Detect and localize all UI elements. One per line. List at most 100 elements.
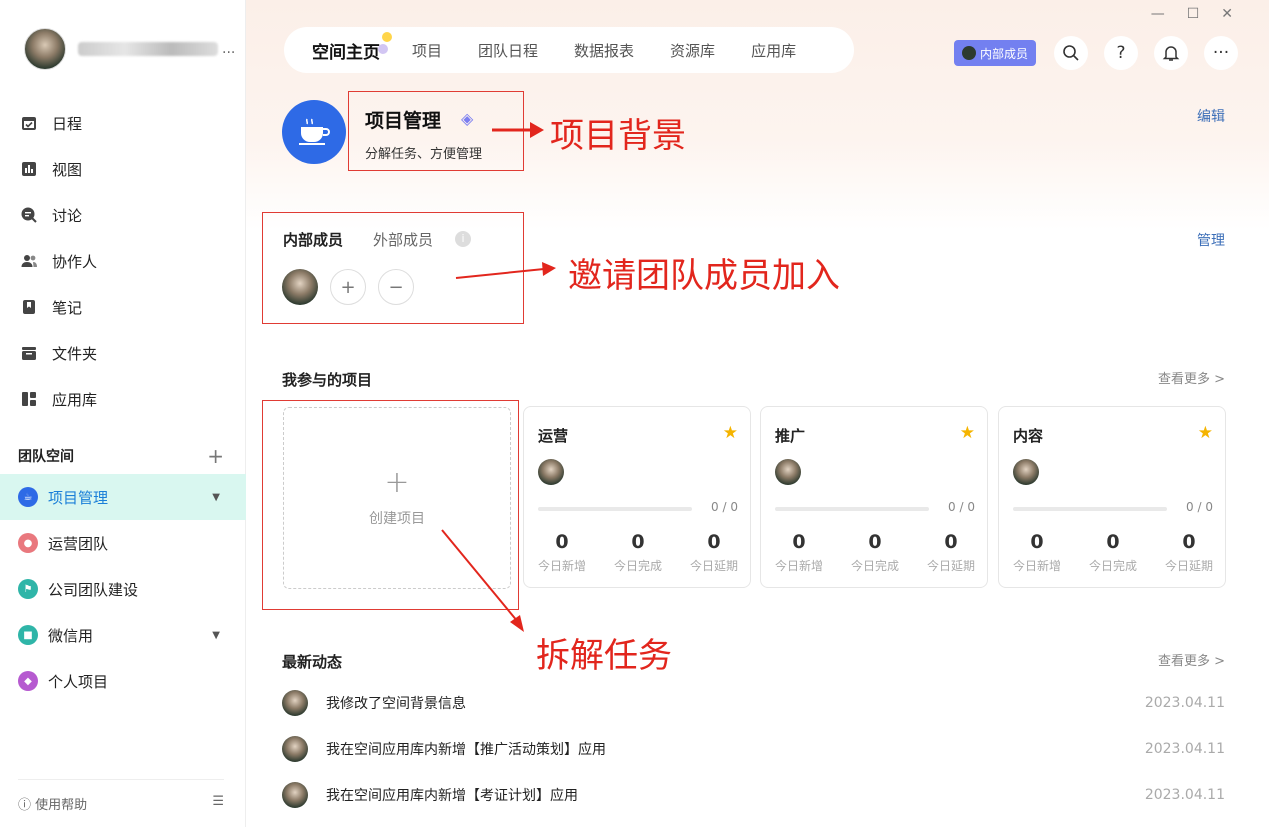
progress-bar xyxy=(538,507,692,511)
sidebar-item-discussion[interactable]: 讨论 xyxy=(0,192,246,238)
star-icon[interactable]: ★ xyxy=(960,423,975,443)
sidebar-item-label: 协作人 xyxy=(52,252,98,271)
chevron-down-icon[interactable]: ▼ xyxy=(212,630,220,641)
team-item-label: 运营团队 xyxy=(48,534,109,553)
search-button[interactable] xyxy=(1054,36,1089,70)
bell-icon xyxy=(1162,46,1180,61)
remove-member-button[interactable]: − xyxy=(378,269,414,305)
team-item-label: 微信用 xyxy=(48,626,94,645)
view-more-activity-link[interactable]: 查看更多 > xyxy=(1158,650,1225,669)
progress-bar xyxy=(1013,507,1167,511)
project-card-name: 内容 xyxy=(1013,427,1044,445)
annotation-arrow xyxy=(441,529,524,632)
help-button[interactable]: ? xyxy=(1104,36,1139,70)
sidebar-item-view[interactable]: 视图 xyxy=(0,146,246,192)
badge-label: 内部成员 xyxy=(980,46,1029,61)
activity-item[interactable]: 我修改了空间背景信息 2023.04.11 xyxy=(282,680,1225,726)
sidebar-item-label: 应用库 xyxy=(52,390,98,409)
diamond-icon: ◈ xyxy=(461,109,474,128)
add-team-icon[interactable]: + xyxy=(207,444,224,468)
avatar xyxy=(282,782,308,808)
activity-text: 我在空间应用库内新增【推广活动策划】应用 xyxy=(326,742,606,758)
chart-icon xyxy=(20,160,38,178)
user-avatar[interactable] xyxy=(24,28,66,70)
activity-item[interactable]: 我在空间应用库内新增【考证计划】应用 2023.04.11 xyxy=(282,772,1225,818)
annotation-arrow xyxy=(492,122,544,138)
minimize-icon[interactable]: — xyxy=(1151,6,1165,22)
project-title: 项目管理 xyxy=(365,110,442,132)
menu-icon[interactable]: ☰ xyxy=(212,794,224,813)
annotation-arrow xyxy=(455,262,556,279)
maximize-icon[interactable]: ☐ xyxy=(1187,6,1200,22)
progress-fraction: 0 / 0 xyxy=(948,500,975,514)
activity-item[interactable]: 我在空间应用库内新增【推广活动策划】应用 2023.04.11 xyxy=(282,726,1225,772)
project-stats: 0 今日新增 0 今日完成 0 今日延期 xyxy=(999,531,1227,574)
sidebar-item-collaborators[interactable]: 协作人 xyxy=(0,238,246,284)
tab-external-members[interactable]: 外部成员 xyxy=(373,229,433,250)
annotation-project-background: 项目背景 xyxy=(550,116,686,156)
tab-label: 空间主页 xyxy=(312,42,380,63)
star-icon[interactable]: ★ xyxy=(723,423,738,443)
sidebar-item-label: 文件夹 xyxy=(52,344,98,363)
tab-app-library[interactable]: 应用库 xyxy=(751,40,796,61)
member-avatar[interactable] xyxy=(282,269,318,305)
internal-member-badge[interactable]: 内部成员 xyxy=(954,40,1037,66)
annotation-split-tasks: 拆解任务 xyxy=(536,636,672,676)
help-icon: ⓘ xyxy=(18,798,32,813)
tab-resources[interactable]: 资源库 xyxy=(670,40,715,61)
project-card[interactable]: 运营 ★ 0 / 0 0 今日新增 0 今日完成 0 今日延期 xyxy=(523,406,751,588)
stat-new-label: 今日新增 xyxy=(537,559,586,573)
sidebar-item-schedule[interactable]: 日程 xyxy=(0,100,246,146)
activity-date: 2023.04.11 xyxy=(1144,787,1225,803)
briefcase-icon: ■ xyxy=(18,625,38,645)
tag-icon: ◆ xyxy=(18,671,38,691)
team-space-title: 团队空间 xyxy=(18,449,74,465)
more-icon: ··· xyxy=(1212,43,1230,63)
sidebar-item-app-library[interactable]: 应用库 xyxy=(0,376,246,422)
add-member-button[interactable]: + xyxy=(330,269,366,305)
tab-space-home[interactable]: 空间主页 xyxy=(312,31,392,63)
chevron-down-icon[interactable]: ▼ xyxy=(212,492,220,503)
team-item-operations[interactable]: ● 运营团队 xyxy=(0,520,246,566)
star-icon[interactable]: ★ xyxy=(1198,423,1213,443)
project-subtitle: 分解任务、方便管理 xyxy=(365,147,483,162)
view-more-projects-link[interactable]: 查看更多 > xyxy=(1158,368,1225,387)
stat-done-label: 今日完成 xyxy=(850,559,899,573)
notification-button[interactable] xyxy=(1154,36,1189,70)
stat-delayed-count: 0 xyxy=(707,531,721,553)
close-icon[interactable]: ✕ xyxy=(1221,6,1233,22)
sidebar-item-label: 笔记 xyxy=(52,298,83,317)
user-name-blurred xyxy=(78,42,218,56)
sidebar-item-folder[interactable]: 文件夹 xyxy=(0,330,246,376)
more-button[interactable]: ··· xyxy=(1204,36,1239,70)
tab-projects[interactable]: 项目 xyxy=(412,40,442,61)
project-stats: 0 今日新增 0 今日完成 0 今日延期 xyxy=(524,531,752,574)
team-item-personal[interactable]: ◆ 个人项目 xyxy=(0,658,246,704)
tab-internal-members[interactable]: 内部成员 xyxy=(283,229,343,250)
team-item-project-management[interactable]: ☕ 项目管理 ▼ xyxy=(0,474,246,520)
my-projects-title: 我参与的项目 xyxy=(282,371,373,389)
edit-link[interactable]: 编辑 xyxy=(1197,106,1225,126)
stat-new-label: 今日新增 xyxy=(774,559,823,573)
sidebar-item-notes[interactable]: 笔记 xyxy=(0,284,246,330)
sidebar: ... 日程 视图 讨论 协作人 笔记 文件夹 应用库 团队空间 + ☕ 项目管… xyxy=(0,0,246,827)
user-profile[interactable]: ... xyxy=(24,28,235,70)
manage-link[interactable]: 管理 xyxy=(1197,230,1225,250)
member-row: + − xyxy=(282,269,414,305)
stat-delayed-count: 0 xyxy=(944,531,958,553)
note-icon xyxy=(20,298,38,316)
help-link[interactable]: ⓘ 使用帮助 xyxy=(18,794,87,813)
plus-icon: + xyxy=(340,276,356,298)
tab-team-schedule[interactable]: 团队日程 xyxy=(478,40,538,61)
tab-data-report[interactable]: 数据报表 xyxy=(574,40,634,61)
project-card[interactable]: 内容 ★ 0 / 0 0 今日新增 0 今日完成 0 今日延期 xyxy=(998,406,1226,588)
stat-done-count: 0 xyxy=(1106,531,1120,553)
team-item-wechat[interactable]: ■ 微信用 ▼ xyxy=(0,612,246,658)
stat-new-count: 0 xyxy=(555,531,569,553)
team-item-company-building[interactable]: ⚑ 公司团队建设 xyxy=(0,566,246,612)
progress-bar xyxy=(775,507,929,511)
tab-dot-purple xyxy=(378,43,388,54)
activity-text: 我在空间应用库内新增【考证计划】应用 xyxy=(326,788,578,804)
info-icon[interactable]: i xyxy=(455,231,471,247)
project-card[interactable]: 推广 ★ 0 / 0 0 今日新增 0 今日完成 0 今日延期 xyxy=(760,406,988,588)
